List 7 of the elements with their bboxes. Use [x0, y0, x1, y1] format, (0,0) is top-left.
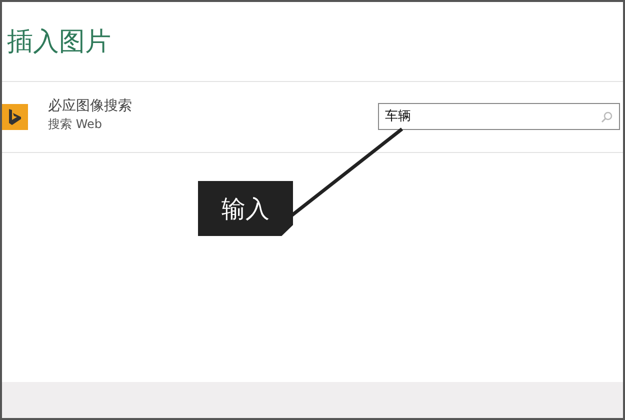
- search-field[interactable]: 车辆: [378, 102, 620, 130]
- source-name: 必应图像搜索: [48, 97, 132, 116]
- bing-logo-icon: [2, 104, 28, 130]
- dialog-title: 插入图片: [6, 26, 111, 59]
- callout-label: 输入: [198, 181, 293, 236]
- search-icon[interactable]: [601, 110, 613, 122]
- source-subtitle: 搜索 Web: [48, 116, 103, 132]
